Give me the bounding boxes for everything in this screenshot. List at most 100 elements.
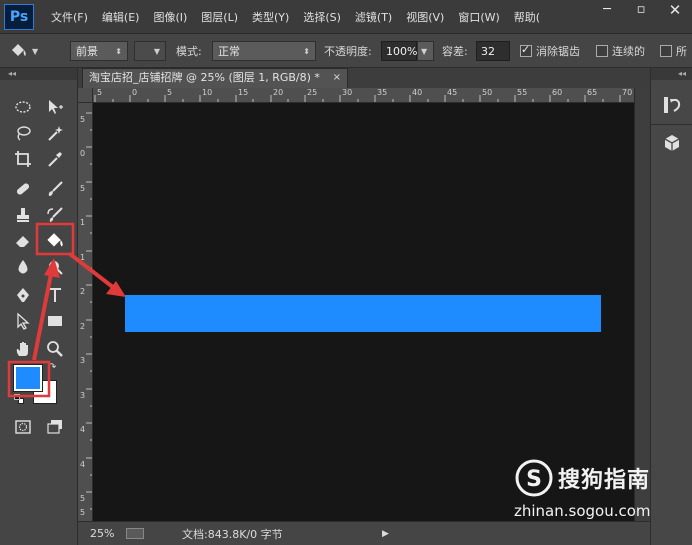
all-layers-checkbox[interactable] [660,45,672,57]
dodge-icon [49,261,63,275]
menu-type[interactable]: 类型(Y) [245,9,296,25]
magic-wand-icon [48,126,63,141]
vruler-label: 4 [80,460,86,469]
hand-tool[interactable] [10,338,36,360]
eraser-icon [16,236,29,247]
vertical-ruler[interactable]: 5 0 5 1 1 2 2 3 3 4 4 5 5 [78,103,93,521]
pen-tool[interactable] [10,284,36,306]
contiguous-option[interactable]: 连续的 [596,34,645,68]
zoom-level[interactable]: 25% [90,527,120,540]
rectangle-tool[interactable] [42,310,68,332]
quick-mask-button[interactable] [10,416,36,438]
document-tab-bar: 淘宝店招_店铺招牌 @ 25% (图层 1, RGB/8) * × [78,68,650,88]
vruler-label: 5 [80,184,86,193]
blue-filled-rectangle[interactable] [125,295,601,332]
hruler-label: 0 [132,88,138,97]
hruler-label: 45 [447,88,458,97]
type-tool[interactable] [42,284,68,306]
status-preview-icon[interactable] [126,528,144,539]
menu-file[interactable]: 文件(F) [44,9,95,25]
status-menu-arrow-icon[interactable]: ▶ [382,529,389,539]
minimize-button[interactable]: ─ [590,0,624,22]
pattern-picker[interactable]: ▼ [134,41,166,61]
contiguous-checkbox[interactable] [596,45,608,57]
screen-mode-button[interactable] [42,416,68,438]
fill-source-value: 前景 [76,45,98,58]
dodge-tool[interactable] [42,256,68,278]
eraser-tool[interactable] [10,230,36,252]
hruler-label: 55 [517,88,528,97]
hruler-label: 10 [202,88,213,97]
menu-help[interactable]: 帮助( [507,9,547,25]
eyedropper-tool[interactable] [42,148,68,170]
menu-view[interactable]: 视图(V) [399,9,451,25]
close-button[interactable]: ✕ [658,0,692,22]
swap-colors-icon[interactable]: ↷ [48,362,56,373]
clone-stamp-tool[interactable] [10,204,36,226]
move-tool[interactable] [42,96,68,118]
tolerance-input[interactable]: 32 [476,41,510,61]
paint-bucket-tool[interactable] [36,224,72,258]
menu-window[interactable]: 窗口(W) [451,9,506,25]
blend-mode-select[interactable]: 正常 ⬍ [212,41,316,61]
ruler-origin[interactable] [78,88,93,103]
fill-source-select[interactable]: 前景 ⬍ [70,41,128,61]
opacity-input[interactable]: 100% [381,41,417,61]
vruler-label: 4 [80,425,86,434]
crop-tool[interactable] [10,148,36,170]
canvas-vertical-scrollbar[interactable] [634,88,650,521]
lasso-tool[interactable] [10,122,36,144]
sogou-logo-icon: S [515,459,553,497]
history-brush-tool[interactable] [42,204,68,226]
close-document-icon[interactable]: × [333,69,341,87]
tolerance-label: 容差: [442,45,468,58]
eyedropper-icon [48,152,62,167]
hruler-label: 5 [167,88,173,97]
marquee-tool[interactable] [10,96,36,118]
tools-panel: ◂◂ ↷ [0,68,78,545]
brush-tool[interactable] [42,178,68,200]
svg-text:S: S [526,467,542,492]
horizontal-ruler[interactable]: 5 0 5 10 15 20 25 30 35 40 45 50 55 60 6… [93,88,634,103]
foreground-color-swatch[interactable] [13,364,43,392]
path-selection-tool[interactable] [10,310,36,332]
vruler-label: 5 [80,508,86,517]
contiguous-label: 连续的 [612,45,645,58]
hand-icon [16,342,28,356]
menu-edit[interactable]: 编辑(E) [95,9,147,25]
type-icon [49,288,61,302]
all-layers-option[interactable]: 所 [660,34,687,68]
toolbar-collapse[interactable]: ◂◂ [0,68,77,80]
blur-tool[interactable] [10,256,36,278]
restore-button[interactable]: ▫ [624,0,658,22]
bandage-icon [16,183,30,195]
opacity-dropdown[interactable]: ▼ [417,41,434,61]
antialias-checkbox[interactable] [520,43,532,57]
menu-filter[interactable]: 滤镜(T) [348,9,399,25]
history-panel-button[interactable] [659,92,685,118]
vruler-label: 5 [80,494,86,503]
menu-layer[interactable]: 图层(L) [194,9,245,25]
document-tab[interactable]: 淘宝店招_店铺招牌 @ 25% (图层 1, RGB/8) * × [82,68,348,88]
sogou-watermark: S 搜狗指南 zhinan.sogou.com [512,458,687,524]
menu-select[interactable]: 选择(S) [296,9,348,25]
hruler-label: 15 [238,88,249,97]
magic-wand-tool[interactable] [42,122,68,144]
hruler-label: 25 [307,88,318,97]
vruler-label: 3 [80,356,86,365]
vruler-label: 1 [80,253,86,262]
tool-preset-picker[interactable]: ▼ [8,34,38,68]
brush-icon [48,181,63,196]
hruler-label: 60 [552,88,563,97]
properties-panel-button[interactable] [659,130,685,156]
rectangle-icon [48,316,62,326]
vruler-label: 1 [80,218,86,227]
antialias-option[interactable]: 消除锯齿 [520,34,580,68]
chevron-down-icon: ▼ [32,46,39,56]
menu-image[interactable]: 图像(I) [146,9,194,25]
default-colors-icon[interactable] [14,394,24,404]
zoom-tool[interactable] [42,338,68,360]
healing-brush-tool[interactable] [10,178,36,200]
right-panel-collapse[interactable]: ◂◂ [651,68,692,80]
options-bar: ▼ 前景⬍ ▼ 模式: 正常⬍ 不透明度: 100% ▼ 容差: 32 消除锯齿… [0,34,692,68]
